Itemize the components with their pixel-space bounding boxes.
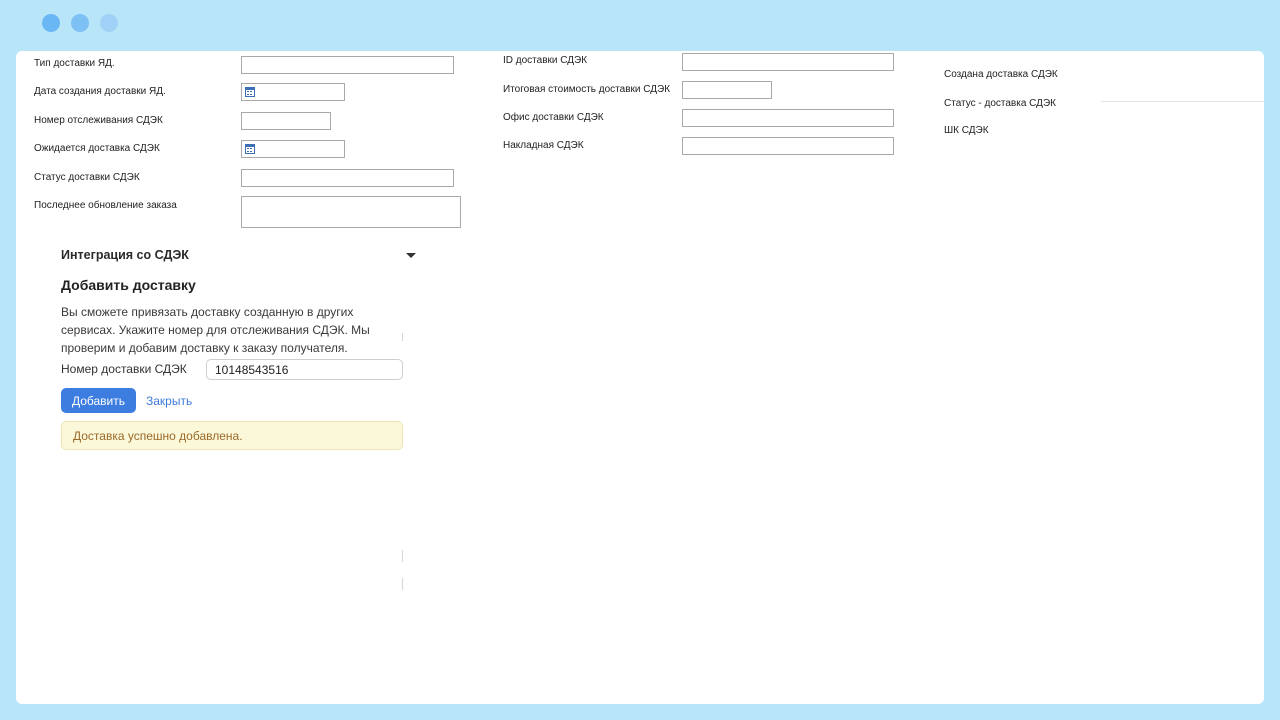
right-label-barcode: ШК СДЭК xyxy=(944,125,989,136)
integration-section-title[interactable]: Интеграция со СДЭК xyxy=(61,248,189,262)
window-dot-icon[interactable] xyxy=(100,14,118,32)
field-label-last-update: Последнее обновление заказа xyxy=(34,200,177,211)
field-label-total-cost: Итоговая стоимость доставки СДЭК xyxy=(503,84,671,95)
add-button[interactable]: Добавить xyxy=(61,388,136,413)
app-frame: Тип доставки ЯД. Дата создания доставки … xyxy=(0,0,1280,720)
calendar-icon[interactable] xyxy=(245,87,255,97)
delivery-number-label: Номер доставки СДЭК xyxy=(61,362,187,376)
divider xyxy=(1101,101,1264,102)
field-label-waybill: Накладная СДЭК xyxy=(503,140,584,151)
delivery-office-input[interactable] xyxy=(682,109,894,127)
field-label-tracking-number: Номер отслеживания СДЭК xyxy=(34,115,163,126)
add-delivery-heading: Добавить доставку xyxy=(61,277,196,293)
last-update-textarea[interactable] xyxy=(241,196,461,228)
main-window: Тип доставки ЯД. Дата создания доставки … xyxy=(16,51,1264,704)
divider xyxy=(402,333,403,341)
success-message: Доставка успешно добавлена. xyxy=(61,421,403,450)
field-label-expected-delivery: Ожидается доставка СДЭК xyxy=(34,143,160,154)
total-cost-input[interactable] xyxy=(682,81,772,99)
calendar-icon[interactable] xyxy=(245,144,255,154)
right-label-status: Статус - доставка СДЭК xyxy=(944,98,1056,109)
delivery-number-input[interactable] xyxy=(206,359,403,380)
delivery-id-input[interactable] xyxy=(682,53,894,71)
right-label-created: Создана доставка СДЭК xyxy=(944,69,1058,80)
field-label-delivery-status: Статус доставки СДЭК xyxy=(34,172,140,183)
waybill-input[interactable] xyxy=(682,137,894,155)
expected-delivery-input[interactable] xyxy=(241,140,345,158)
field-label-creation-date: Дата создания доставки ЯД. xyxy=(34,86,166,97)
delivery-type-input[interactable] xyxy=(241,56,454,74)
tracking-number-input[interactable] xyxy=(241,112,331,130)
window-controls xyxy=(42,14,118,32)
divider xyxy=(402,550,403,562)
field-label-delivery-type: Тип доставки ЯД. xyxy=(34,58,115,69)
creation-date-input[interactable] xyxy=(241,83,345,101)
field-label-delivery-office: Офис доставки СДЭК xyxy=(503,112,604,123)
add-delivery-description: Вы сможете привязать доставку созданную … xyxy=(61,305,370,355)
close-link[interactable]: Закрыть xyxy=(146,394,192,408)
divider xyxy=(402,578,403,590)
field-label-delivery-id: ID доставки СДЭК xyxy=(503,55,588,66)
delivery-status-input[interactable] xyxy=(241,169,454,187)
window-dot-icon[interactable] xyxy=(71,14,89,32)
chevron-down-icon[interactable] xyxy=(406,253,416,258)
window-dot-icon[interactable] xyxy=(42,14,60,32)
